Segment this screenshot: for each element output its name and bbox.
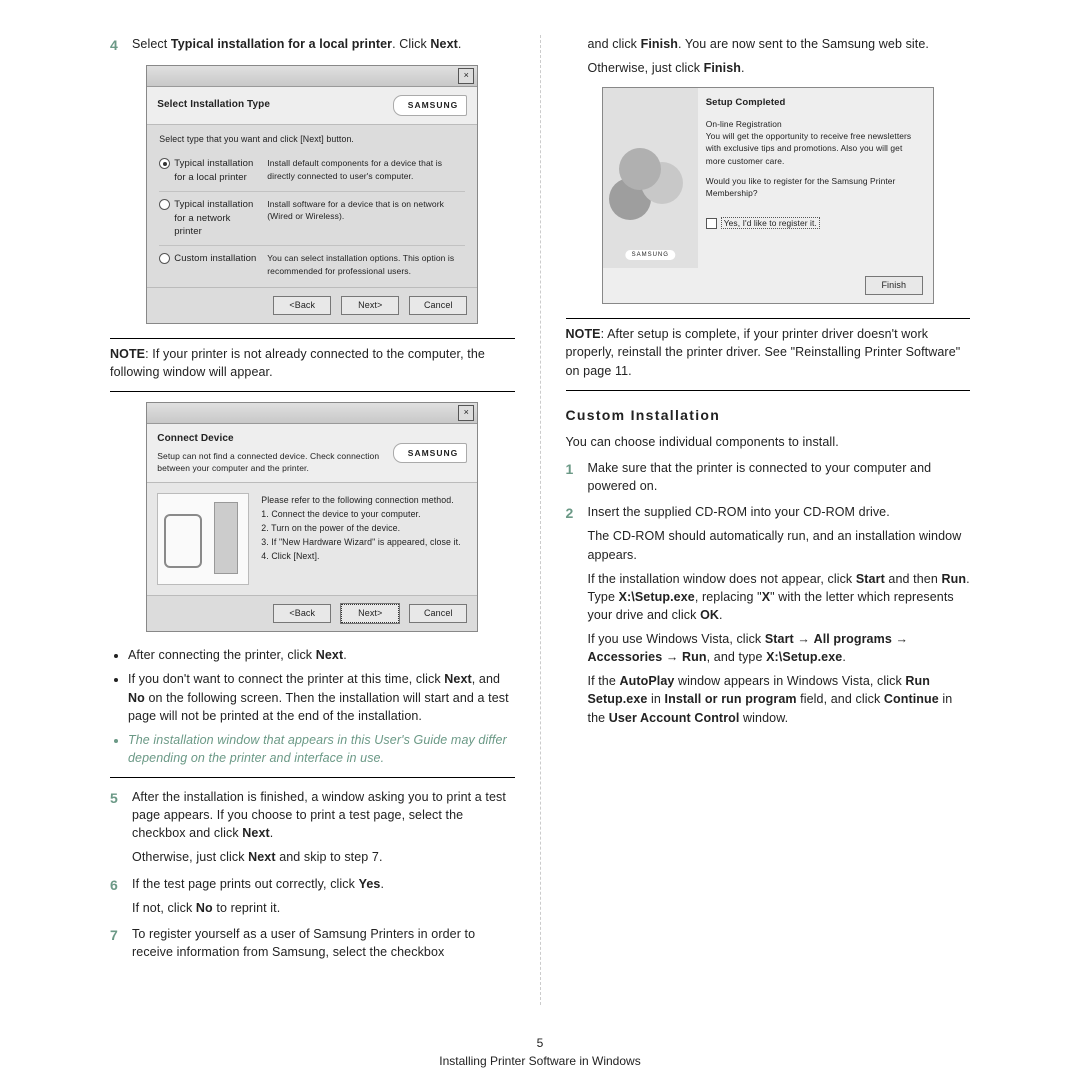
page-number: 5: [0, 1036, 1080, 1050]
samsung-logo: SAMSUNG: [393, 443, 467, 463]
next-button[interactable]: Next>: [341, 604, 399, 623]
dialog-select-install-type: × Select Installation Type SAMSUNG Selec…: [146, 65, 478, 324]
custom-step-2: 2 Insert the supplied CD-ROM into your C…: [566, 503, 971, 726]
radio-option-local[interactable]: Typical installation for a local printer…: [159, 151, 465, 192]
step-6: 6 If the test page prints out correctly,…: [110, 875, 515, 917]
back-button[interactable]: <Back: [273, 296, 331, 315]
step-4: 4 Select Typical installation for a loca…: [110, 35, 515, 55]
note-1: NOTE: If your printer is not already con…: [110, 345, 515, 381]
step-num-4: 4: [110, 35, 132, 55]
radio-option-custom[interactable]: Custom installation You can select insta…: [159, 246, 465, 283]
dialog-connect-device: × Connect Device Setup can not find a co…: [146, 402, 478, 632]
radio-icon[interactable]: [159, 253, 170, 264]
dialog-title: Select Installation Type: [157, 98, 270, 113]
note-2: NOTE: After setup is complete, if your p…: [566, 325, 971, 379]
dialog-setup-completed: SAMSUNG Setup Completed On-line Registra…: [602, 87, 934, 304]
left-column: 4 Select Typical installation for a loca…: [50, 35, 540, 1005]
samsung-logo: SAMSUNG: [393, 95, 467, 115]
radio-option-network[interactable]: Typical installation for a network print…: [159, 192, 465, 246]
register-checkbox[interactable]: Yes, I'd like to register it.: [706, 217, 923, 229]
step-5: 5 After the installation is finished, a …: [110, 788, 515, 867]
connect-device-illustration: [157, 493, 249, 585]
cancel-button[interactable]: Cancel: [409, 296, 467, 315]
radio-icon[interactable]: [159, 199, 170, 210]
right-column: and click Finish. You are now sent to th…: [541, 35, 1031, 1005]
radio-icon[interactable]: [159, 158, 170, 169]
cancel-button[interactable]: Cancel: [409, 604, 467, 623]
running-header: Installing Printer Software in Windows: [0, 1054, 1080, 1068]
page-footer: 5 Installing Printer Software in Windows: [0, 1036, 1080, 1068]
finish-button[interactable]: Finish: [865, 276, 923, 295]
step-7: 7 To register yourself as a user of Sams…: [110, 925, 515, 961]
back-button[interactable]: <Back: [273, 604, 331, 623]
next-button[interactable]: Next>: [341, 296, 399, 315]
close-icon[interactable]: ×: [458, 405, 474, 421]
section-heading: Custom Installation: [566, 405, 971, 425]
notes-list: After connecting the printer, click Next…: [110, 646, 515, 767]
setup-illustration: SAMSUNG: [603, 88, 698, 268]
custom-step-1: 1 Make sure that the printer is connecte…: [566, 459, 971, 495]
close-icon[interactable]: ×: [458, 68, 474, 84]
